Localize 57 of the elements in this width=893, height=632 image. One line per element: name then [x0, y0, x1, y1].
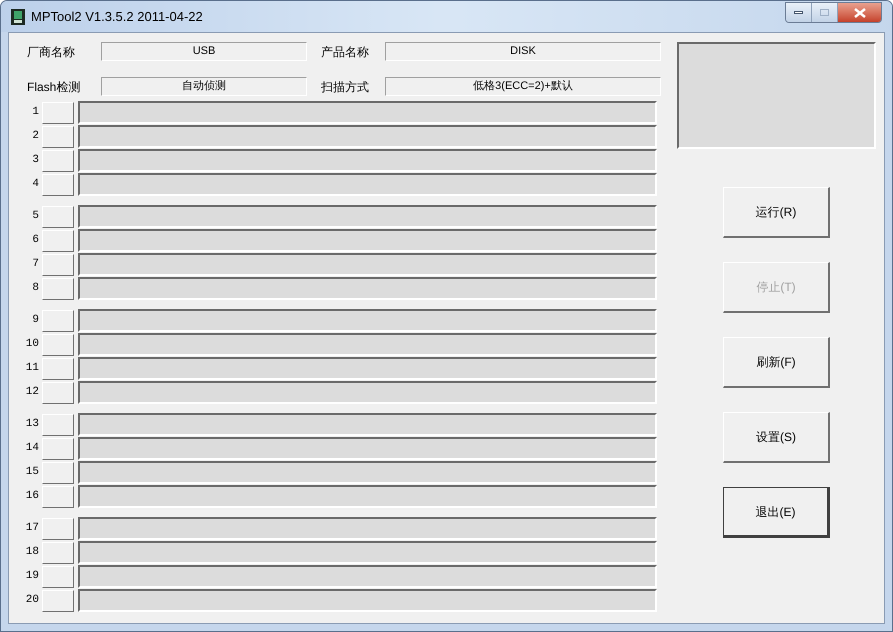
port-number: 1	[31, 105, 40, 120]
port-number: 16	[24, 489, 40, 504]
port-button[interactable]	[42, 102, 74, 124]
port-button[interactable]	[42, 566, 74, 588]
port-button[interactable]	[42, 358, 74, 380]
port-number: 11	[24, 361, 40, 376]
port-number: 10	[24, 337, 40, 352]
port-button[interactable]	[42, 462, 74, 484]
port-button[interactable]	[42, 206, 74, 228]
action-button[interactable]: 退出(E)	[723, 487, 830, 538]
port-button[interactable]	[42, 174, 74, 196]
port-button[interactable]	[42, 518, 74, 540]
port-button[interactable]	[42, 486, 74, 508]
port-number: 9	[31, 313, 40, 328]
port-number: 17	[24, 521, 40, 536]
port-button[interactable]	[42, 334, 74, 356]
port-number: 2	[31, 129, 40, 144]
port-number: 14	[24, 441, 40, 456]
port-number: 20	[24, 593, 40, 608]
port-number: 7	[31, 257, 40, 272]
port-button[interactable]	[42, 414, 74, 436]
port-button[interactable]	[42, 438, 74, 460]
field-label: 厂商名称	[26, 44, 76, 60]
port-button[interactable]	[42, 230, 74, 252]
app-icon	[11, 8, 25, 24]
field-value: 自动侦测	[101, 77, 307, 96]
action-button[interactable]: 设置(S)	[723, 412, 830, 463]
field-value: DISK	[385, 42, 661, 61]
port-button[interactable]	[42, 278, 74, 300]
port-number: 5	[31, 209, 40, 224]
port-button[interactable]	[42, 542, 74, 564]
action-button[interactable]: 刷新(F)	[723, 337, 830, 388]
field-label: 扫描方式	[320, 78, 370, 96]
close-button[interactable]	[838, 3, 881, 22]
port-number: 4	[31, 177, 40, 192]
field-value: 低格3(ECC=2)+默认	[385, 77, 661, 96]
port-number: 8	[31, 281, 40, 296]
field-label: Flash检测	[26, 78, 82, 96]
port-number: 19	[24, 569, 40, 584]
port-number: 6	[31, 233, 40, 248]
field-value: USB	[101, 42, 307, 61]
port-button[interactable]	[42, 310, 74, 332]
port-number: 15	[24, 465, 40, 480]
port-button[interactable]	[42, 150, 74, 172]
field-label: 产品名称	[320, 44, 370, 60]
port-button[interactable]	[42, 254, 74, 276]
port-button[interactable]	[42, 126, 74, 148]
port-number: 13	[24, 417, 40, 432]
port-button[interactable]	[42, 590, 74, 612]
action-button[interactable]: 运行(R)	[723, 187, 830, 238]
window-title: MPTool2 V1.3.5.2 2011-04-22	[31, 8, 203, 26]
close-icon	[854, 8, 866, 18]
port-number: 18	[24, 545, 40, 560]
port-number: 3	[31, 153, 40, 168]
port-button[interactable]	[42, 382, 74, 404]
port-number: 12	[24, 385, 40, 400]
minimize-button[interactable]	[786, 3, 812, 22]
